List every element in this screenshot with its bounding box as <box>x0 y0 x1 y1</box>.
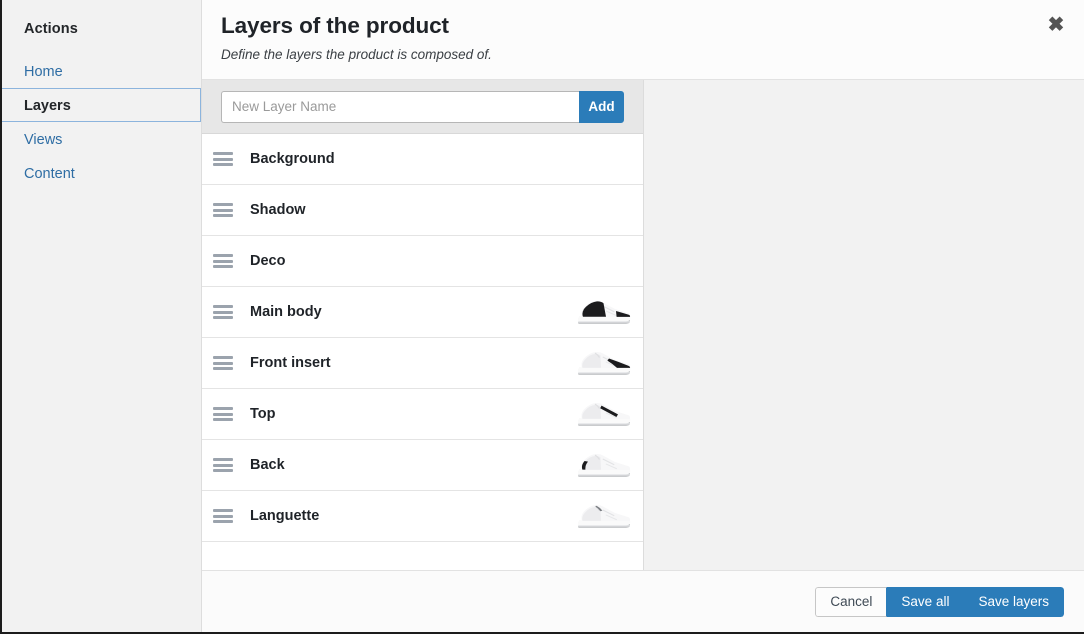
layer-row[interactable]: Front insert <box>202 338 643 389</box>
sidebar-item-label: Home <box>24 64 63 80</box>
new-layer-name-input[interactable] <box>221 90 579 123</box>
sidebar-title: Actions <box>24 21 78 37</box>
close-icon[interactable]: ✖ <box>1044 13 1068 37</box>
sidebar-item-content[interactable]: Content <box>2 156 201 190</box>
layer-thumbnail <box>573 292 635 332</box>
page-title: Layers of the product <box>221 13 449 38</box>
drag-handle-icon[interactable] <box>213 305 233 319</box>
layer-row[interactable]: Background <box>202 134 643 185</box>
application-window: Actions Home Layers Views Content Layers of… <box>0 0 1084 634</box>
preview-panel <box>644 80 1084 570</box>
layer-thumbnail <box>573 241 635 281</box>
layer-row[interactable]: Back <box>202 440 643 491</box>
layer-thumbnail <box>573 394 635 434</box>
sidebar-item-list: Home Layers Views Content <box>2 54 201 190</box>
layer-name-label: Languette <box>250 508 320 524</box>
layer-thumbnail <box>573 496 635 536</box>
modal-footer: Cancel Save all Save layers <box>202 570 1084 632</box>
drag-handle-icon[interactable] <box>213 356 233 370</box>
sidebar-item-views[interactable]: Views <box>2 122 201 156</box>
layer-name-label: Top <box>250 406 276 422</box>
layer-row[interactable]: Main body <box>202 287 643 338</box>
layer-thumbnail <box>573 190 635 230</box>
add-layer-button[interactable]: Add <box>579 90 624 123</box>
layer-row[interactable] <box>202 542 643 570</box>
drag-handle-icon[interactable] <box>213 407 233 421</box>
modal-header: Layers of the product Define the layers … <box>202 0 1084 80</box>
layers-list: Background Shadow Deco Main body Front inser… <box>202 134 643 570</box>
modal-dialog: Layers of the product Define the layers … <box>202 0 1084 632</box>
layer-thumbnail <box>573 343 635 383</box>
footer-button-group: Cancel Save all Save layers <box>815 586 1064 617</box>
layer-name-label: Shadow <box>250 202 306 218</box>
drag-handle-icon[interactable] <box>213 203 233 217</box>
layers-scroll-area[interactable]: Background Shadow Deco Main body Front inser… <box>202 134 643 570</box>
sidebar-item-label: Views <box>24 132 63 148</box>
layer-name-label: Background <box>250 151 335 167</box>
layers-panel: Add Background Shadow Deco Main body Front i… <box>202 80 644 570</box>
layer-row[interactable]: Shadow <box>202 185 643 236</box>
modal-body: Add Background Shadow Deco Main body Front i… <box>202 80 1084 570</box>
drag-handle-icon[interactable] <box>213 152 233 166</box>
drag-handle-icon[interactable] <box>213 458 233 472</box>
layer-thumbnail <box>573 445 635 485</box>
sidebar-item-layers[interactable]: Layers <box>2 88 201 122</box>
layer-name-label: Back <box>250 457 285 473</box>
layer-row[interactable]: Top <box>202 389 643 440</box>
sidebar: Actions Home Layers Views Content <box>2 0 202 632</box>
layer-row[interactable]: Languette <box>202 491 643 542</box>
drag-handle-icon[interactable] <box>213 509 233 523</box>
drag-handle-icon[interactable] <box>213 254 233 268</box>
sidebar-item-label: Layers <box>24 98 71 114</box>
layer-thumbnail <box>573 139 635 179</box>
layer-name-label: Main body <box>250 304 322 320</box>
save-all-button[interactable]: Save all <box>887 586 965 617</box>
sidebar-item-label: Content <box>24 166 75 182</box>
layer-row[interactable]: Deco <box>202 236 643 287</box>
add-layer-bar: Add <box>202 80 643 134</box>
layer-thumbnail <box>573 547 635 570</box>
layer-name-label: Front insert <box>250 355 331 371</box>
layer-name-label: Deco <box>250 253 286 269</box>
add-layer-form: Add <box>221 90 624 123</box>
sidebar-item-home[interactable]: Home <box>2 54 201 88</box>
cancel-button[interactable]: Cancel <box>815 586 888 617</box>
page-subtitle: Define the layers the product is compose… <box>221 47 492 62</box>
save-layers-button[interactable]: Save layers <box>964 586 1064 617</box>
